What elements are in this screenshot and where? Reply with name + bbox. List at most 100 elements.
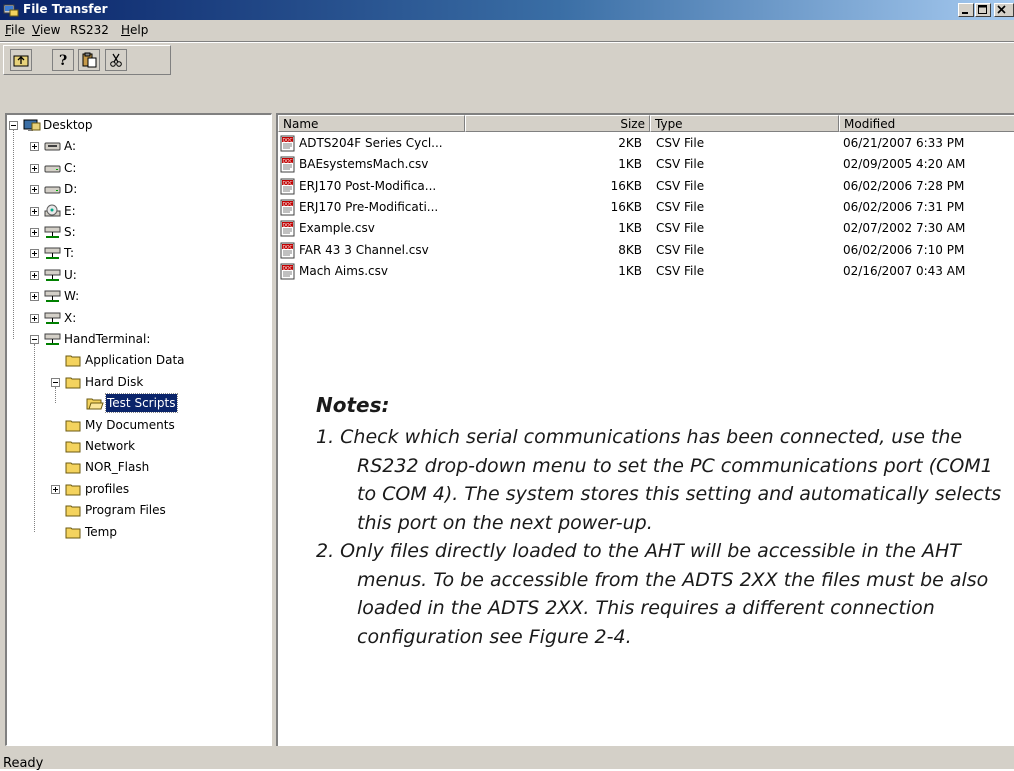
expand-icon[interactable] [30,142,39,152]
svg-text:DOC: DOC [283,159,293,165]
tree-connector [34,344,35,532]
tree-item-drive[interactable]: S: [7,223,267,241]
csv-file-icon: DOC [280,263,295,280]
cd-icon [44,204,61,217]
menu-rs232[interactable]: RS232 [70,23,109,37]
note-2: 2. Only files directly loaded to the AHT… [316,540,989,648]
collapse-icon[interactable] [9,121,18,130]
menu-help[interactable]: Help [121,23,148,37]
tree-item-drive[interactable]: W: [7,287,267,305]
file-modified: 06/02/2006 7:28 PM [843,178,965,193]
tree-item-label: profiles [85,481,130,496]
menu-bar: File View RS232 Help [0,20,1014,40]
file-name: ERJ170 Post-Modifica... [299,178,437,193]
expand-icon[interactable] [30,163,39,173]
tree-item-label: Network [85,439,136,453]
title-bar[interactable]: File Transfer [0,0,1014,20]
menu-file[interactable]: File [5,23,25,37]
tree-item-folder[interactable]: Test Scripts [7,393,267,414]
expand-icon[interactable] [30,185,39,195]
tree-item-folder[interactable]: Temp [7,523,267,541]
folder-icon [65,420,81,432]
file-modified: 06/02/2006 7:10 PM [843,242,965,257]
column-header-size[interactable]: Size [465,115,650,132]
folder-icon [65,355,81,367]
tree-item-folder[interactable]: profiles [7,480,267,498]
minimize-button[interactable] [958,3,974,17]
file-type: CSV File [656,242,705,257]
drive-icon [44,165,61,173]
folder-icon [65,377,81,389]
net-icon [44,290,61,303]
tree-item-drive[interactable]: C: [7,159,267,177]
column-header-name[interactable]: Name [278,115,465,132]
tree-item-drive[interactable]: T: [7,244,267,262]
tree-item-drive[interactable]: U: [7,266,267,284]
cut-button[interactable] [105,49,127,71]
up-folder-icon [13,55,29,67]
expand-icon[interactable] [30,292,39,302]
file-name: FAR 43 3 Channel.csv [299,242,429,257]
net-icon [44,226,61,238]
expand-icon[interactable] [30,270,39,280]
folder-tree[interactable]: Desktop A: C: D: E: S: T: U: W: X: HandTerminal: Ap… [5,113,272,746]
file-row[interactable]: DOC Mach Aims.csv 1KB CSV File 02/16/2007 0:… [278,262,1014,280]
up-folder-button[interactable] [10,49,32,71]
tree-item-label: C: [64,160,77,175]
note-1: 1. Check which serial communications has… [316,426,1002,534]
file-row[interactable]: DOC ERJ170 Post-Modifica... 16KB CSV File 06… [278,177,1014,195]
notes-title: Notes: [316,393,390,417]
csv-file-icon: DOC [280,242,295,258]
tree-item-folder[interactable]: Network [7,437,267,455]
file-modified: 06/02/2006 7:31 PM [843,199,965,214]
file-modified: 02/07/2002 7:30 AM [843,221,966,236]
collapse-icon[interactable] [51,377,60,387]
file-name: BAEsystemsMach.csv [299,157,429,172]
tree-item-desktop[interactable]: Desktop [7,116,267,134]
expand-icon[interactable] [30,313,39,323]
paste-button[interactable] [78,49,100,71]
svg-text:DOC: DOC [283,223,293,229]
file-transfer-window: File Transfer File View RS232 Help ? Des… [0,0,1014,771]
net-icon [44,333,61,345]
column-header-type[interactable]: Type [650,115,839,132]
file-type: CSV File [656,157,705,172]
tree-item-drive[interactable]: D: [7,180,267,198]
floppy-icon [44,142,61,151]
paste-icon [82,52,97,68]
file-row[interactable]: DOC ADTS204F Series Cycl... 2KB CSV File 06/… [278,134,1014,152]
menu-view[interactable]: View [32,23,60,37]
tree-item-drive[interactable]: E: [7,202,267,220]
tree-item-handterminal[interactable]: HandTerminal: [7,330,267,348]
svg-text:DOC: DOC [283,265,293,271]
tree-item-drive[interactable]: X: [7,309,267,327]
net-icon [44,312,61,324]
status-bar: Ready [0,750,1014,771]
file-size: 8KB [618,242,642,257]
tree-item-folder[interactable]: Hard Disk [7,373,267,391]
file-row[interactable]: DOC Example.csv 1KB CSV File 02/07/2002 7:30… [278,219,1014,237]
column-header-modified[interactable]: Modified [839,115,1014,132]
tree-item-drive[interactable]: A: [7,137,267,155]
file-row[interactable]: DOC ERJ170 Pre-Modificati... 16KB CSV File 0… [278,198,1014,216]
close-button[interactable] [994,3,1014,17]
maximize-button[interactable] [975,3,991,17]
tree-item-folder[interactable]: Application Data [7,351,267,369]
tree-item-folder[interactable]: My Documents [7,416,267,434]
expand-icon[interactable] [30,206,39,216]
help-button[interactable]: ? [52,49,74,71]
file-row[interactable]: DOC FAR 43 3 Channel.csv 8KB CSV File 06/02/… [278,241,1014,259]
expand-icon[interactable] [30,228,39,237]
file-row[interactable]: DOC BAEsystemsMach.csv 1KB CSV File 02/09/20… [278,155,1014,173]
toolbar-separator-highlight [0,42,1014,43]
expand-icon[interactable] [30,249,39,259]
tree-item-folder[interactable]: NOR_Flash [7,458,267,476]
close-icon [997,5,1006,14]
tree-item-label: Hard Disk [85,374,144,389]
openfolder-icon [86,398,104,410]
tree-item-label: T: [64,246,75,261]
file-size: 16KB [610,178,642,193]
expand-icon[interactable] [51,484,60,494]
collapse-icon[interactable] [30,335,39,344]
tree-item-folder[interactable]: Program Files [7,501,267,519]
